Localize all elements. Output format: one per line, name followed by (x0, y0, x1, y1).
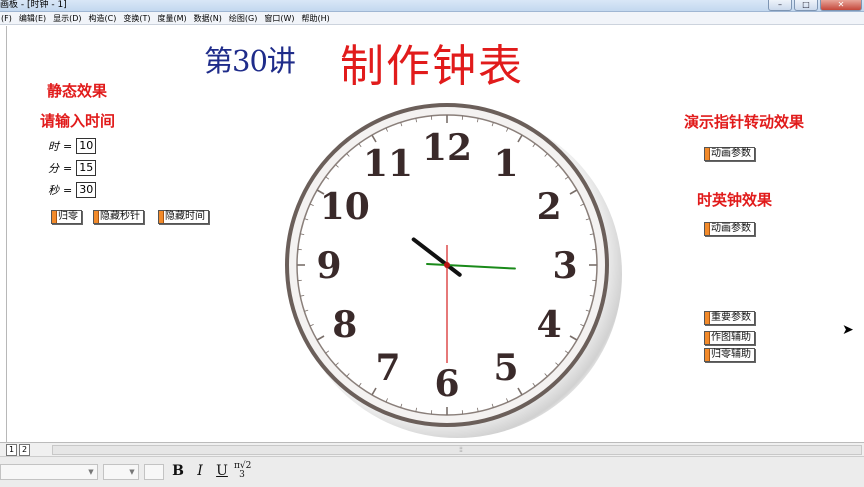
menu-graph[interactable]: 绘图(G) (229, 12, 257, 24)
input-time-heading: 请输入时间 (40, 110, 115, 131)
menu-data[interactable]: 数据(N) (194, 12, 222, 24)
menu-file[interactable]: (F) (1, 12, 12, 24)
chevron-down-icon: ▼ (127, 466, 137, 478)
param-second[interactable]: 秒 = 30 (48, 182, 96, 198)
bold-button[interactable]: B (170, 462, 186, 480)
maximize-button[interactable]: □ (794, 0, 818, 11)
menu-measure[interactable]: 度量(M) (158, 12, 187, 24)
static-effect-heading: 静态效果 (47, 80, 107, 101)
menu-display[interactable]: 显示(D) (53, 12, 81, 24)
param-hour-label: 时 (48, 138, 59, 154)
font-size-select[interactable]: ▼ (103, 464, 139, 480)
italic-button[interactable]: I (192, 462, 208, 480)
window-title: 画板 - [时钟 - 1] (0, 0, 67, 11)
menu-bar: (F) 编辑(E) 显示(D) 构造(C) 变换(T) 度量(M) 数据(N) … (0, 12, 864, 25)
reset-aid-button[interactable]: 归零辅助 (704, 348, 755, 362)
title-bar: 画板 - [时钟 - 1] – □ ✕ (0, 0, 864, 12)
demo-heading: 演示指针转动效果 (684, 111, 804, 132)
font-family-select[interactable]: ▼ (0, 464, 98, 480)
animate-params-button[interactable]: 动画参数 (704, 147, 755, 161)
param-minute-eq: = (63, 162, 72, 175)
hide-time-button[interactable]: 隐藏时间 (158, 210, 209, 224)
menu-edit[interactable]: 编辑(E) (19, 12, 46, 24)
minimize-button[interactable]: – (768, 0, 792, 11)
param-minute-label: 分 (48, 160, 59, 176)
chevron-down-icon: ▼ (86, 466, 96, 478)
hide-second-hand-button[interactable]: 隐藏秒针 (93, 210, 144, 224)
underline-button[interactable]: U (214, 462, 230, 480)
param-hour-eq: = (63, 140, 72, 153)
horizontal-scrollbar[interactable]: ⦙⦙ (52, 445, 862, 455)
text-format-toolbar: ▼ ▼ B I U π√23 (0, 456, 864, 487)
page-tab-bar: 1 2 ⦙⦙ (0, 442, 864, 456)
important-params-button[interactable]: 重要参数 (704, 311, 755, 325)
chime-animate-button[interactable]: 动画参数 (704, 222, 755, 236)
page-tab-1[interactable]: 1 (6, 444, 17, 456)
page-title: 制作钟表 (340, 30, 524, 94)
menu-transform[interactable]: 变换(T) (123, 12, 150, 24)
clock-shadow (292, 110, 622, 438)
scroll-grip-icon[interactable]: ⦙⦙ (453, 446, 469, 454)
construction-aid-button[interactable]: 作图辅助 (704, 331, 755, 345)
menu-help[interactable]: 帮助(H) (302, 12, 330, 24)
param-second-value[interactable]: 30 (76, 182, 96, 198)
param-minute[interactable]: 分 = 15 (48, 160, 96, 176)
color-picker[interactable] (144, 464, 164, 480)
mouse-pointer-icon: ➤ (842, 322, 854, 338)
param-hour-value[interactable]: 10 (76, 138, 96, 154)
param-second-label: 秒 (48, 182, 59, 198)
window-controls: – □ ✕ (768, 0, 862, 11)
menu-window[interactable]: 窗口(W) (264, 12, 294, 24)
math-format-icon[interactable]: π√23 (234, 462, 250, 480)
param-second-eq: = (63, 184, 72, 197)
param-minute-value[interactable]: 15 (76, 160, 96, 176)
reset-button[interactable]: 归零 (51, 210, 82, 224)
param-hour[interactable]: 时 = 10 (48, 138, 96, 154)
close-button[interactable]: ✕ (820, 0, 862, 11)
menu-construct[interactable]: 构造(C) (89, 12, 117, 24)
chime-heading: 时英钟效果 (697, 189, 772, 210)
lecture-number: 第30讲 (204, 38, 295, 80)
page-tab-2[interactable]: 2 (19, 444, 30, 456)
